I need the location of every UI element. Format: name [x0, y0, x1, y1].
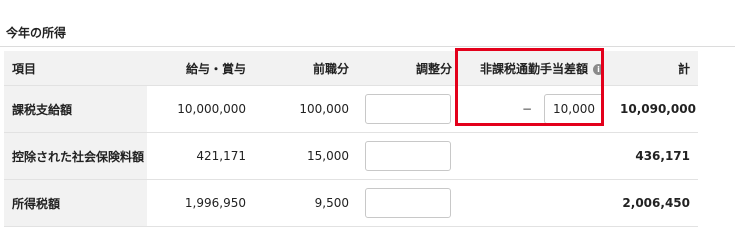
- header-adjustment: 調整分: [357, 51, 460, 86]
- adjustment-input-social-insurance[interactable]: [365, 141, 451, 171]
- header-total: 計: [612, 51, 698, 86]
- table-row: 所得税額 1,996,950 9,500 2,006,450: [4, 179, 698, 227]
- row-label: 所得税額: [4, 179, 147, 227]
- header-nontax-commute: 非課税通勤手当差額 i: [460, 51, 612, 86]
- salary-value: 10,000,000: [147, 85, 254, 133]
- nontax-cell-empty: [460, 132, 612, 180]
- adjustment-input-income-tax[interactable]: [365, 188, 451, 218]
- previous-job-value: 100,000: [254, 85, 357, 133]
- row-label: 控除された社会保険料額: [4, 132, 147, 180]
- previous-job-value: 15,000: [254, 132, 357, 180]
- total-value: 10,090,000: [612, 85, 698, 133]
- minus-sign: −: [521, 102, 532, 116]
- header-previous-job: 前職分: [254, 51, 357, 86]
- previous-job-value: 9,500: [254, 179, 357, 227]
- adjustment-cell: [357, 85, 460, 133]
- total-value: 2,006,450: [612, 179, 698, 227]
- salary-value: 421,171: [147, 132, 254, 180]
- row-label: 課税支給額: [4, 85, 147, 133]
- section-title: 今年の所得: [6, 26, 67, 40]
- salary-value: 1,996,950: [147, 179, 254, 227]
- income-table: 項目 給与・賞与 前職分 調整分 非課税通勤手当差額 i 計 課税支給額 10,0…: [4, 51, 698, 227]
- info-icon[interactable]: i: [593, 63, 604, 75]
- table-header-row: 項目 給与・賞与 前職分 調整分 非課税通勤手当差額 i 計: [4, 51, 698, 86]
- header-item: 項目: [4, 51, 147, 86]
- table-row: 課税支給額 10,000,000 100,000 − 10,090,000: [4, 85, 698, 133]
- adjustment-input-taxable[interactable]: [365, 94, 451, 124]
- adjustment-cell: [357, 179, 460, 227]
- nontax-commute-input[interactable]: [544, 94, 604, 124]
- table-row: 控除された社会保険料額 421,171 15,000 436,171: [4, 132, 698, 180]
- section-divider: [0, 46, 735, 47]
- nontax-cell-empty: [460, 179, 612, 227]
- header-nontax-commute-label: 非課税通勤手当差額: [479, 61, 588, 76]
- total-value: 436,171: [612, 132, 698, 180]
- adjustment-cell: [357, 132, 460, 180]
- nontax-cell: −: [460, 85, 612, 133]
- header-salary: 給与・賞与: [147, 51, 254, 86]
